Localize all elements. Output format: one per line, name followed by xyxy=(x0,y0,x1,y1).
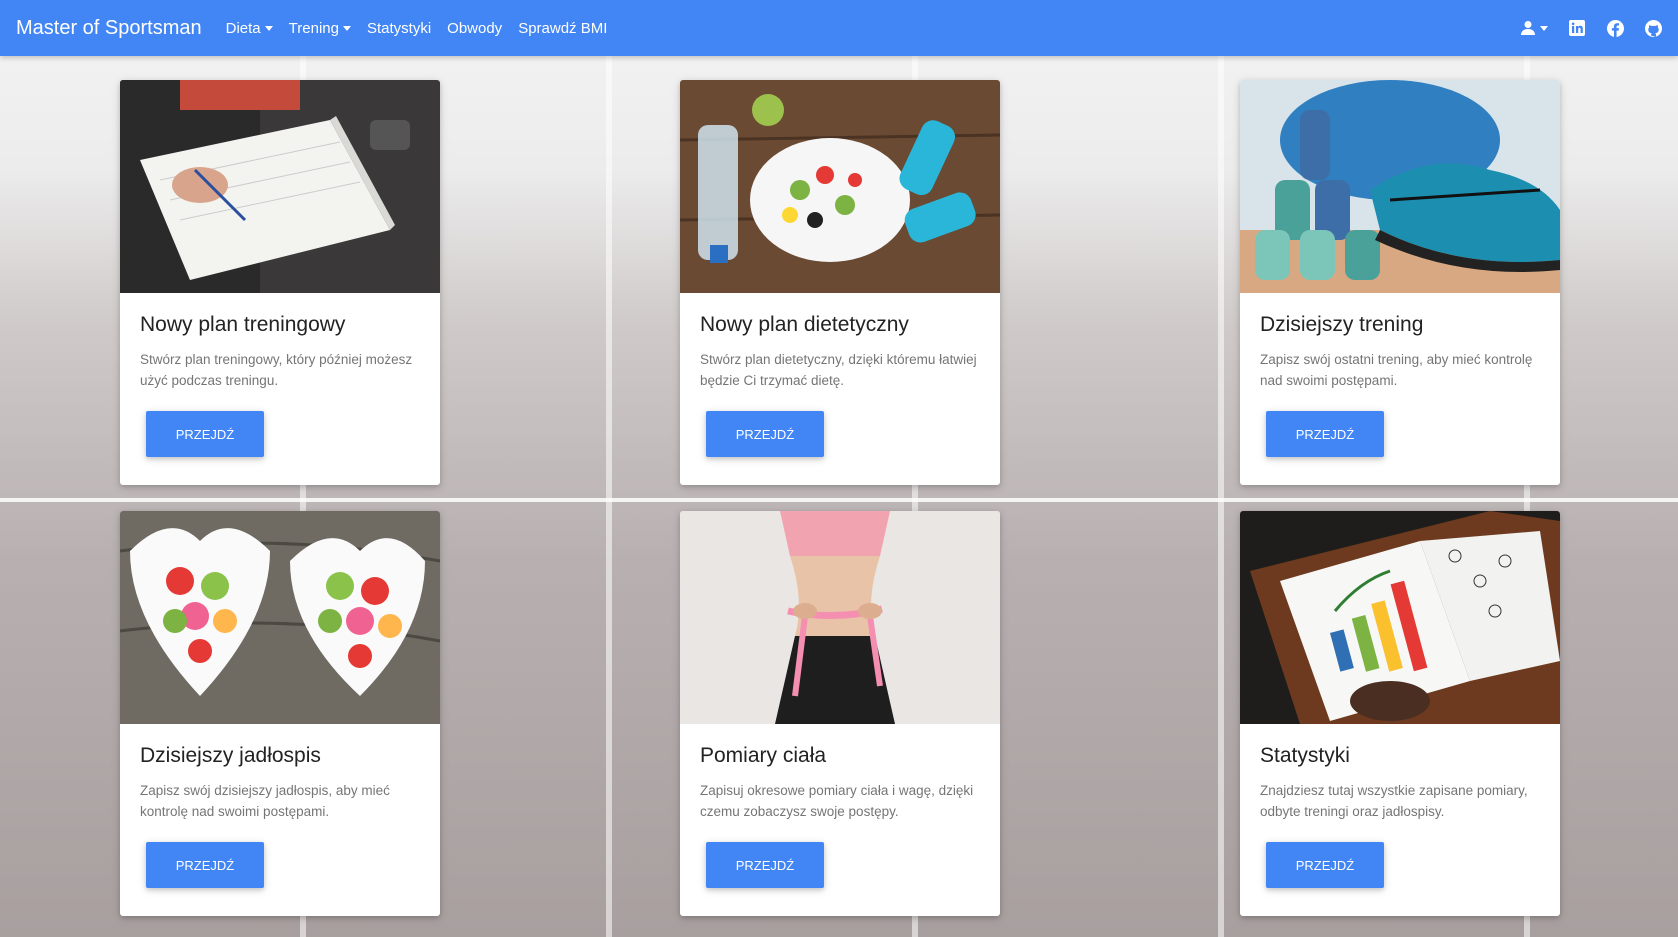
nav-dieta-dropdown[interactable]: Dieta xyxy=(226,20,273,37)
card-todays-menu: Dzisiejszy jadłospis Zapisz swój dzisiej… xyxy=(120,511,440,916)
card-body-measurements: Pomiary ciała Zapisuj okresowe pomiary c… xyxy=(680,511,1000,916)
nav-statystyki[interactable]: Statystyki xyxy=(367,20,431,37)
linkedin-icon[interactable] xyxy=(1568,19,1586,37)
go-button[interactable]: PRZEJDŹ xyxy=(146,411,264,457)
go-button[interactable]: PRZEJDŹ xyxy=(1266,842,1384,888)
cards-grid: Nowy plan treningowy Stwórz plan trening… xyxy=(120,80,1560,916)
card-title: Nowy plan dietetyczny xyxy=(700,313,909,336)
nav-sprawdz-bmi[interactable]: Sprawdź BMI xyxy=(518,20,607,37)
caret-down-icon xyxy=(264,25,273,31)
card-text: Zapisuj okresowe pomiary ciała i wagę, d… xyxy=(700,783,974,819)
notebook-writing-image xyxy=(120,80,440,293)
user-menu-dropdown[interactable] xyxy=(1520,20,1548,36)
card-text: Stwórz plan dietetyczny, dzięki któremu … xyxy=(700,352,977,388)
card-title: Dzisiejszy jadłospis xyxy=(140,744,321,767)
caret-down-icon xyxy=(342,25,351,31)
facebook-icon[interactable] xyxy=(1606,19,1624,37)
card-todays-training: Dzisiejszy trening Zapisz swój ostatni t… xyxy=(1240,80,1560,485)
card-title: Dzisiejszy trening xyxy=(1260,313,1424,336)
go-button[interactable]: PRZEJDŹ xyxy=(1266,411,1384,457)
dumbbells-shoe-image xyxy=(1240,80,1560,293)
card-statistics: Statystyki Znajdziesz tutaj wszystkie za… xyxy=(1240,511,1560,916)
card-title: Pomiary ciała xyxy=(700,744,827,767)
card-text: Stwórz plan treningowy, który później mo… xyxy=(140,352,413,388)
brand-logo[interactable]: Master of Sportsman xyxy=(16,17,202,40)
chart-notebook-image xyxy=(1240,511,1560,724)
top-navbar: Master of Sportsman Dieta Trening Statys… xyxy=(0,0,1678,56)
go-button[interactable]: PRZEJDŹ xyxy=(706,411,824,457)
card-title: Statystyki xyxy=(1260,744,1350,767)
waist-measure-image xyxy=(680,511,1000,724)
user-icon xyxy=(1521,21,1535,35)
nav-trening-dropdown[interactable]: Trening xyxy=(289,20,351,37)
go-button[interactable]: PRZEJDŹ xyxy=(706,842,824,888)
nav-obwody[interactable]: Obwody xyxy=(447,20,502,37)
salad-dumbbells-image xyxy=(680,80,1000,293)
card-title: Nowy plan treningowy xyxy=(140,313,346,336)
card-new-training-plan: Nowy plan treningowy Stwórz plan trening… xyxy=(120,80,440,485)
card-text: Zapisz swój dzisiejszy jadłospis, aby mi… xyxy=(140,783,390,819)
card-text: Zapisz swój ostatni trening, aby mieć ko… xyxy=(1260,352,1533,388)
nav-dieta-label: Dieta xyxy=(225,19,261,37)
caret-down-icon xyxy=(1540,25,1548,31)
github-icon[interactable] xyxy=(1644,19,1662,37)
nav-trening-label: Trening xyxy=(288,19,339,37)
card-new-diet-plan: Nowy plan dietetyczny Stwórz plan dietet… xyxy=(680,80,1000,485)
fruit-bowls-image xyxy=(120,511,440,724)
go-button[interactable]: PRZEJDŹ xyxy=(146,842,264,888)
card-text: Znajdziesz tutaj wszystkie zapisane pomi… xyxy=(1260,783,1528,819)
